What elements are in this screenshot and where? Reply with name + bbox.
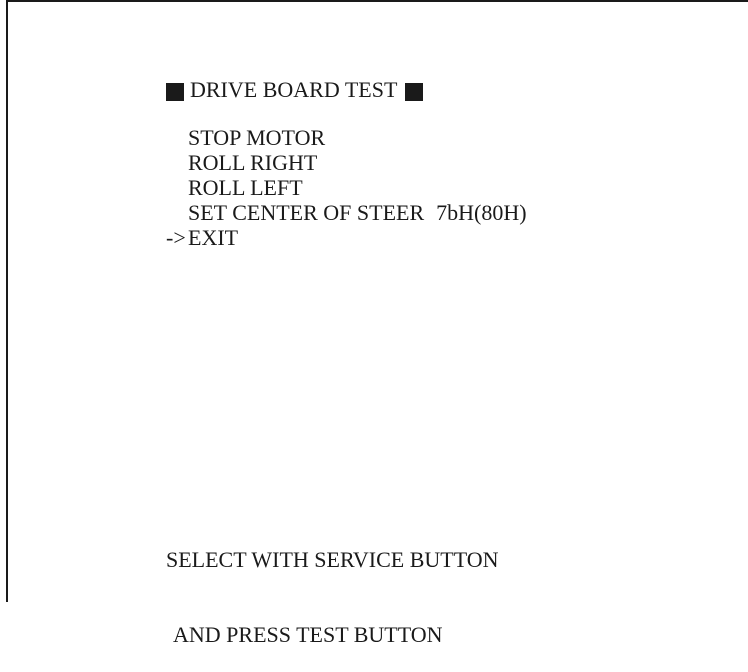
menu-item-roll-right[interactable]: ROLL RIGHT (166, 150, 527, 175)
test-menu: STOP MOTOR ROLL RIGHT ROLL LEFT SET CENT… (166, 125, 527, 250)
instructions: SELECT WITH SERVICE BUTTON AND PRESS TES… (166, 497, 499, 672)
filled-square-icon (166, 82, 184, 101)
filled-square-icon (405, 82, 424, 101)
menu-cursor (166, 125, 188, 150)
menu-item-set-center-of-steer[interactable]: SET CENTER OF STEER 7bH(80H) (166, 200, 527, 225)
menu-item-exit[interactable]: -> EXIT (166, 225, 527, 250)
steer-center-value: 7bH(80H) (436, 200, 527, 225)
menu-item-label: EXIT (188, 225, 239, 250)
instruction-line-2: AND PRESS TEST BUTTON (173, 622, 443, 647)
menu-item-label: SET CENTER OF STEER (188, 200, 425, 225)
menu-cursor (166, 200, 188, 225)
screen-title-text: DRIVE BOARD TEST (190, 77, 398, 102)
menu-cursor: -> (166, 225, 186, 250)
menu-item-label: ROLL LEFT (188, 175, 303, 200)
menu-item-roll-left[interactable]: ROLL LEFT (166, 175, 527, 200)
menu-item-label: ROLL RIGHT (188, 150, 318, 175)
menu-item-label: STOP MOTOR (188, 125, 326, 150)
menu-cursor (166, 175, 188, 200)
menu-item-stop-motor[interactable]: STOP MOTOR (166, 125, 527, 150)
instruction-line-1: SELECT WITH SERVICE BUTTON (166, 547, 499, 572)
menu-cursor (166, 150, 188, 175)
screen-title: DRIVE BOARD TEST (166, 77, 424, 102)
